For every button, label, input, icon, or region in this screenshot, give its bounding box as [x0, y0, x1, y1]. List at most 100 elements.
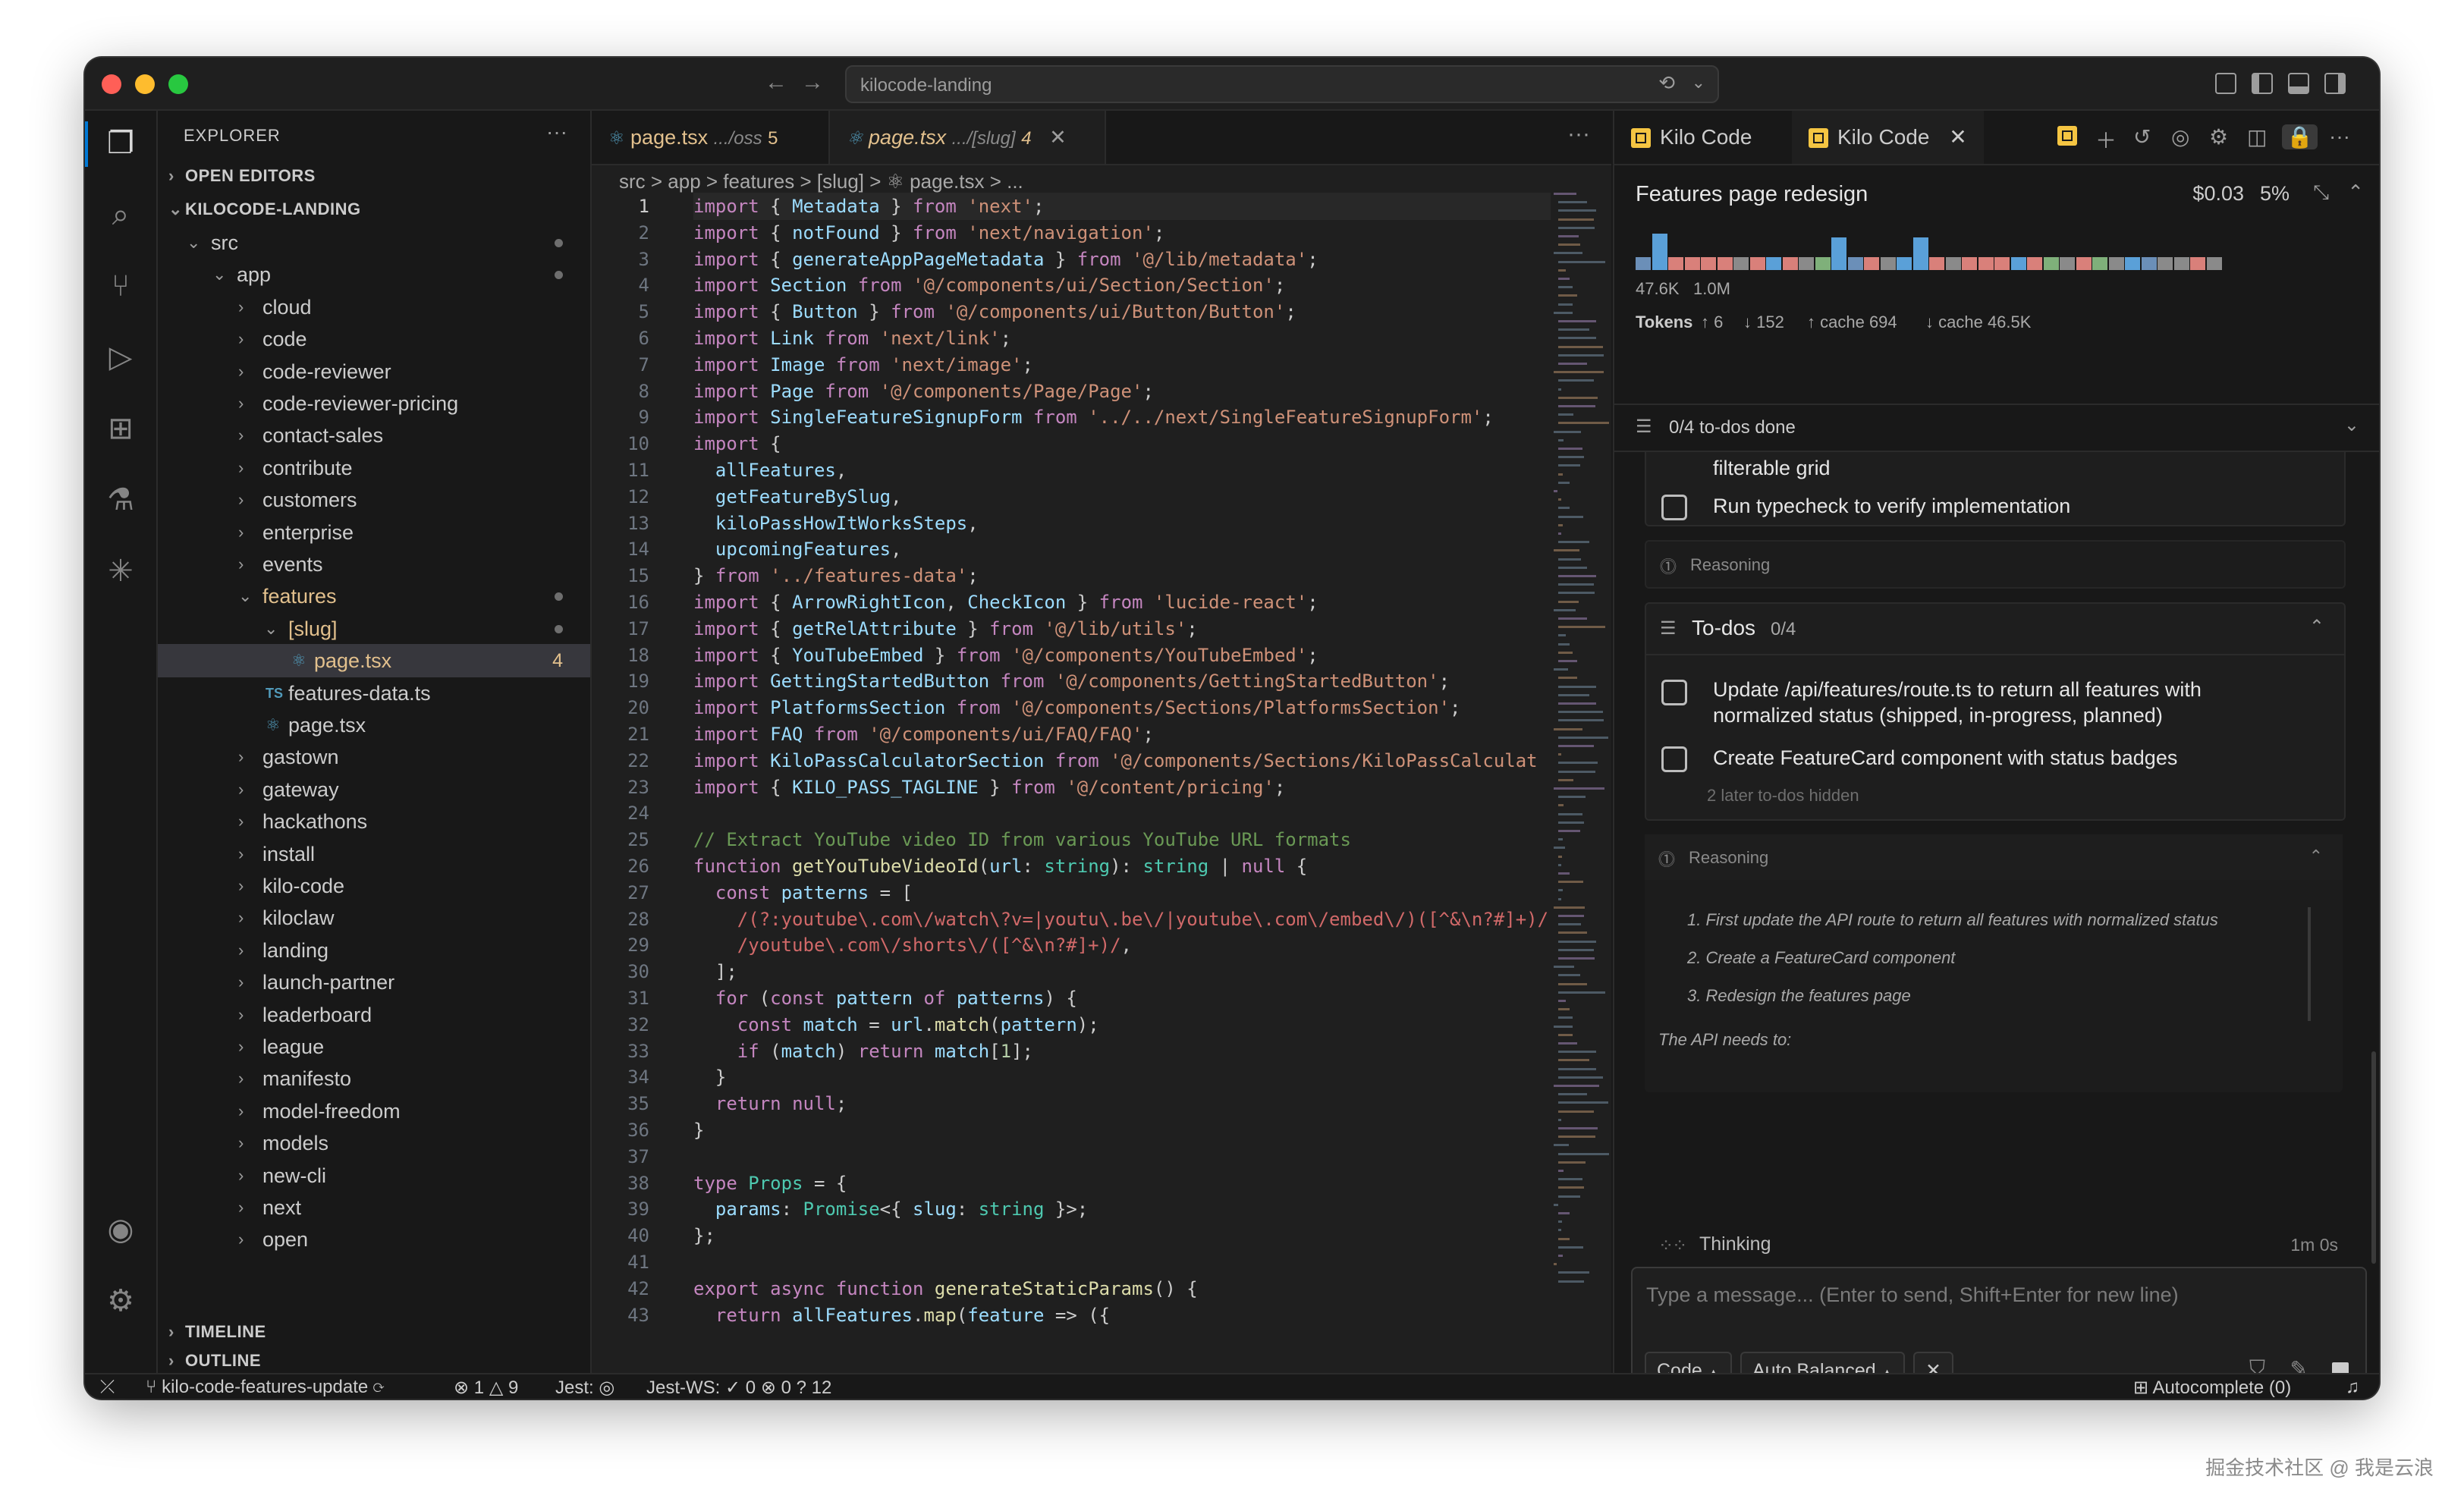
breadcrumb[interactable]: src > app > features > [slug] > ⚛ page.t…	[619, 170, 1023, 193]
folder-item[interactable]: › next	[158, 1191, 590, 1224]
todos-summary-bar[interactable]: ☰ 0/4 to-dos done ⌄	[1614, 404, 2379, 452]
folder-item[interactable]: ⌄ features	[158, 580, 590, 613]
new-task-icon[interactable]: ＋	[2095, 124, 2117, 155]
code-line[interactable]: // Extract YouTube video ID from various…	[693, 826, 1351, 853]
code-line[interactable]: import Page from '@/components/Page/Page…	[693, 378, 1154, 405]
code-line[interactable]: } from '../features-data';	[693, 562, 979, 589]
code-lines[interactable]: import { Metadata } from 'next'; import {…	[693, 193, 1548, 1327]
folder-item[interactable]: › landing	[158, 934, 590, 967]
code-line[interactable]: import PlatformsSection from '@/componen…	[693, 694, 1460, 721]
code-line[interactable]: type Props = {	[693, 1170, 847, 1197]
toggle-sidebar-icon[interactable]	[2252, 73, 2273, 94]
folder-item[interactable]: › contact-sales	[158, 419, 590, 452]
settings-gear-icon[interactable]: ⚙	[100, 1280, 141, 1321]
folder-item[interactable]: › kilo-code	[158, 869, 590, 903]
folder-item[interactable]: › code	[158, 322, 590, 356]
history-icon[interactable]: ↺	[2133, 124, 2151, 149]
code-line[interactable]: }	[693, 1117, 704, 1144]
folder-item[interactable]: ⌄ app	[158, 258, 590, 291]
chevron-down-icon[interactable]: ⌄	[1692, 73, 1705, 93]
todo-checkbox[interactable]	[1661, 680, 1687, 705]
code-line[interactable]: getFeatureBySlug,	[693, 483, 902, 510]
back-arrow-icon[interactable]: ←	[765, 70, 787, 96]
code-line[interactable]: return allFeatures.map(feature => ({	[693, 1302, 1110, 1328]
code-line[interactable]: ];	[693, 958, 737, 985]
folder-item[interactable]: ⌄ [slug]	[158, 612, 590, 646]
code-line[interactable]: import GettingStartedButton from '@/comp…	[693, 668, 1450, 695]
code-line[interactable]: import Section from '@/components/ui/Sec…	[693, 272, 1285, 299]
code-line[interactable]: export async function generateStaticPara…	[693, 1275, 1198, 1302]
code-line[interactable]: import { generateAppPageMetadata } from …	[693, 246, 1318, 273]
more-actions-icon[interactable]: ···	[546, 120, 567, 144]
folder-item[interactable]: › manifesto	[158, 1062, 590, 1095]
folder-item[interactable]: › enterprise	[158, 516, 590, 549]
kilo-code-icon[interactable]: ✳	[100, 551, 141, 592]
todo-checkbox[interactable]	[1661, 746, 1687, 772]
code-line[interactable]: import Link from 'next/link';	[693, 325, 1011, 352]
reasoning-header[interactable]: ⓵ Reasoning ⌃	[1645, 834, 2343, 880]
reasoning-collapsed[interactable]: ⓵ Reasoning	[1645, 540, 2346, 589]
folder-item[interactable]: › kiloclaw	[158, 901, 590, 935]
folder-item[interactable]: › open	[158, 1223, 590, 1256]
code-line[interactable]: import { notFound } from 'next/navigatio…	[693, 219, 1164, 247]
code-line[interactable]: import { YouTubeEmbed } from '@/componen…	[693, 642, 1318, 669]
code-line[interactable]: params: Promise<{ slug: string }>;	[693, 1195, 1088, 1223]
code-line[interactable]: if (match) return match[1];	[693, 1038, 1033, 1065]
split-editor-icon[interactable]: ◫	[2247, 124, 2267, 149]
code-line[interactable]: import { Metadata } from 'next';	[693, 193, 1044, 220]
outline-section[interactable]: › OUTLINE	[158, 1349, 590, 1373]
folder-item[interactable]: › new-cli	[158, 1159, 590, 1192]
account-icon[interactable]: ◉	[100, 1209, 141, 1250]
file-item[interactable]: ⚛ page.tsx	[158, 708, 590, 742]
reasoning-scrollbar[interactable]	[2308, 907, 2311, 1021]
customize-layout-icon[interactable]	[2215, 73, 2236, 94]
close-tab-icon[interactable]: ✕	[1949, 125, 1966, 149]
tab-kilo-code-2[interactable]: Kilo Code ✕	[1792, 111, 1984, 164]
command-center[interactable]: kilocode-landing ⟲ ⌄	[845, 65, 1719, 103]
explorer-icon[interactable]: ❐	[100, 123, 141, 164]
code-line[interactable]: }	[693, 1063, 726, 1091]
folder-item[interactable]: › leaderboard	[158, 998, 590, 1032]
todos-card-header[interactable]: ☰ To-dos 0/4 ⌃	[1646, 604, 2344, 655]
lock-icon[interactable]: 🔒	[2282, 124, 2318, 149]
chat-scrollbar[interactable]	[2371, 1051, 2376, 1264]
code-line[interactable]: import { KILO_PASS_TAGLINE } from '@/con…	[693, 774, 1285, 801]
minimize-window-button[interactable]	[135, 74, 155, 94]
toggle-secondary-sidebar-icon[interactable]	[2324, 73, 2346, 94]
folder-item[interactable]: › gastown	[158, 740, 590, 774]
code-line[interactable]: import {	[693, 430, 781, 457]
folder-item[interactable]: › code-reviewer	[158, 355, 590, 388]
tab-kilo-code-1[interactable]: Kilo Code	[1614, 111, 1768, 164]
minimap[interactable]	[1554, 193, 1611, 1368]
testing-icon[interactable]: ⚗	[100, 479, 141, 520]
toggle-panel-icon[interactable]	[2288, 73, 2309, 94]
code-line[interactable]: import { getRelAttribute } from '@/lib/u…	[693, 615, 1198, 642]
jest-ws-status[interactable]: Jest-WS: ✓ 0 ⊗ 0 ? 12	[646, 1377, 831, 1399]
folder-item[interactable]: › contribute	[158, 451, 590, 485]
code-line[interactable]: /(?:youtube\.com\/watch\?v=|youtu\.be\/|…	[693, 906, 1548, 933]
jest-status[interactable]: Jest: ◎	[555, 1377, 614, 1399]
folder-item[interactable]: › code-reviewer-pricing	[158, 387, 590, 420]
tab-page-oss[interactable]: ⚛ page.tsx .../oss 5	[592, 111, 830, 164]
branch-status[interactable]: ⑂ kilo-code-features-update ⟳	[146, 1377, 384, 1398]
search-icon[interactable]: ⌕	[100, 194, 141, 235]
more-icon[interactable]: ···	[2329, 124, 2350, 149]
collapse-icon[interactable]: ⤡	[2313, 181, 2329, 205]
folder-item[interactable]: › events	[158, 548, 590, 581]
code-line[interactable]: /youtube\.com\/shorts\/([^&\n?#]+)/,	[693, 931, 1132, 959]
code-line[interactable]: import FAQ from '@/components/ui/FAQ/FAQ…	[693, 721, 1154, 748]
tab-page-slug[interactable]: ⚛ page.tsx .../[slug] 4 ✕	[830, 111, 1106, 164]
kilo-logo-icon[interactable]	[2057, 126, 2077, 146]
chat-scroll-area[interactable]: filterable grid Run typecheck to verify …	[1614, 452, 2379, 1256]
folder-item[interactable]: › hackathons	[158, 805, 590, 838]
settings-icon[interactable]: ⚙	[2209, 124, 2228, 149]
task-header[interactable]: Features page redesign $0.03 5% ⤡ ⌃	[1614, 165, 2379, 221]
open-editors-section[interactable]: › OPEN EDITORS	[158, 159, 590, 193]
problems-status[interactable]: ⊗ 1 △ 9	[454, 1377, 518, 1399]
chevron-up-icon[interactable]: ⌃	[2347, 181, 2364, 204]
copilot-icon[interactable]: ⟲	[1658, 71, 1675, 95]
source-control-icon[interactable]: ⑂	[100, 265, 141, 306]
file-item[interactable]: TS features-data.ts	[158, 677, 590, 710]
todo-checkbox[interactable]	[1661, 495, 1687, 520]
folder-item[interactable]: › install	[158, 837, 590, 871]
